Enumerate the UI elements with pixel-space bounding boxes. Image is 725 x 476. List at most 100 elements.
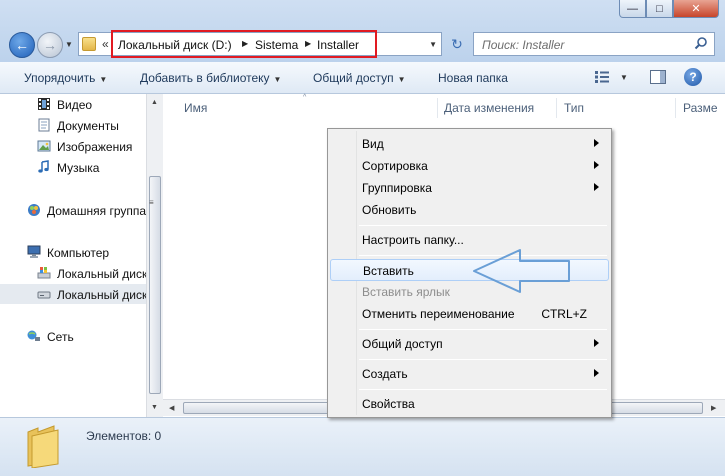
history-dropdown-icon[interactable]: ▼: [65, 40, 73, 49]
organize-button[interactable]: Упорядочить ▼: [24, 71, 107, 85]
nav-item-label: Музыка: [57, 161, 100, 175]
menu-item-label: Настроить папку...: [362, 233, 464, 247]
submenu-arrow-icon: [594, 161, 599, 169]
menu-item-label: Вставить: [363, 264, 414, 278]
column-divider[interactable]: [556, 98, 557, 118]
nav-item-label: Сеть: [47, 330, 74, 344]
nav-item-label: Документы: [57, 119, 119, 133]
search-input[interactable]: Поиск: Installer: [473, 32, 715, 56]
breadcrumb-separator-icon[interactable]: ▶: [242, 39, 248, 48]
menu-item-sort[interactable]: Сортировка: [330, 155, 609, 177]
menu-item-group[interactable]: Группировка: [330, 177, 609, 199]
forward-button[interactable]: →: [37, 32, 63, 58]
scroll-right-icon[interactable]: ▶: [711, 404, 716, 412]
address-overflow-icon[interactable]: «: [102, 37, 109, 51]
folder-icon: [82, 37, 96, 51]
scrollbar-grip-icon: ≡: [149, 198, 154, 207]
new-folder-button[interactable]: Новая папка: [438, 71, 508, 85]
menu-separator: [359, 389, 607, 390]
music-icon: [38, 160, 49, 173]
nav-item-system-drive[interactable]: Локальный диск: [0, 263, 146, 283]
search-icon[interactable]: [694, 36, 708, 50]
breadcrumb-drive-d[interactable]: Локальный диск (D:): [118, 38, 232, 52]
nav-item-label: Видео: [57, 98, 93, 112]
documents-icon: [38, 118, 50, 132]
help-icon[interactable]: ?: [684, 68, 702, 86]
view-dropdown-icon[interactable]: ▼: [620, 73, 628, 82]
column-header-date[interactable]: Дата изменения: [444, 101, 534, 115]
address-dropdown-icon[interactable]: ▼: [429, 40, 437, 49]
computer-icon: [27, 245, 41, 258]
status-bar: Элементов: 0: [0, 417, 725, 476]
breadcrumb-sistema[interactable]: Sistema: [255, 38, 298, 52]
scroll-left-icon[interactable]: ◀: [169, 404, 174, 412]
nav-item-pictures[interactable]: Изображения: [0, 136, 146, 156]
submenu-arrow-icon: [594, 183, 599, 191]
close-button[interactable]: ✕: [673, 0, 719, 18]
minimize-button[interactable]: —: [619, 0, 646, 18]
change-view-icon[interactable]: [595, 71, 609, 83]
nav-item-computer[interactable]: Компьютер: [0, 242, 146, 262]
scrollbar-thumb[interactable]: [149, 176, 161, 394]
folder-icon: [27, 425, 59, 468]
column-header-name[interactable]: Имя: [184, 101, 207, 115]
submenu-arrow-icon: [594, 369, 599, 377]
address-bar[interactable]: « Локальный диск (D:) ▶ Sistema ▶ Instal…: [78, 30, 442, 58]
menu-item-label: Вид: [362, 137, 384, 151]
menu-item-properties[interactable]: Свойства: [330, 393, 609, 415]
pictures-icon: [37, 140, 51, 152]
network-icon: [27, 330, 40, 341]
menu-item-undo-rename[interactable]: Отменить переименование CTRL+Z: [330, 303, 609, 325]
column-header-size[interactable]: Разме: [683, 101, 718, 115]
nav-item-documents[interactable]: Документы: [0, 115, 146, 135]
nav-item-label: Домашняя группа: [47, 204, 146, 218]
menu-item-label: Сортировка: [362, 159, 428, 173]
menu-item-label: Свойства: [362, 397, 415, 411]
submenu-arrow-icon: [594, 339, 599, 347]
nav-item-drive-d[interactable]: Локальный диск: [0, 284, 146, 304]
menu-separator: [359, 225, 607, 226]
system-drive-icon: [37, 267, 51, 279]
column-divider[interactable]: [675, 98, 676, 118]
menu-item-share[interactable]: Общий доступ: [330, 333, 609, 355]
command-bar: Упорядочить ▼ Добавить в библиотеку ▼ Общи…: [0, 62, 725, 94]
menu-separator: [359, 329, 607, 330]
maximize-button[interactable]: □: [646, 0, 673, 18]
column-header-type[interactable]: Тип: [564, 101, 584, 115]
menu-item-label: Общий доступ: [362, 337, 443, 351]
breadcrumb-installer[interactable]: Installer: [317, 38, 359, 52]
menu-item-shortcut: CTRL+Z: [541, 307, 587, 321]
submenu-arrow-icon: [594, 139, 599, 147]
menu-item-label: Создать: [362, 367, 408, 381]
nav-item-network[interactable]: Сеть: [0, 326, 146, 346]
share-button[interactable]: Общий доступ ▼: [313, 71, 406, 85]
sort-ascending-icon: ^: [303, 94, 307, 101]
column-divider[interactable]: [437, 98, 438, 118]
nav-item-music[interactable]: Музыка: [0, 157, 146, 177]
nav-item-video[interactable]: Видео: [0, 94, 146, 114]
nav-item-label: Компьютер: [47, 246, 110, 260]
menu-item-label: Обновить: [362, 203, 417, 217]
scroll-down-icon[interactable]: ▼: [151, 404, 158, 411]
back-button[interactable]: ←: [9, 32, 35, 58]
nav-item-homegroup[interactable]: Домашняя группа: [0, 200, 146, 220]
homegroup-icon: [28, 204, 40, 216]
menu-item-view[interactable]: Вид: [330, 133, 609, 155]
menu-separator: [359, 359, 607, 360]
scroll-up-icon[interactable]: ▲: [151, 99, 158, 106]
menu-item-refresh[interactable]: Обновить: [330, 199, 609, 221]
drive-icon: [37, 291, 51, 299]
breadcrumb-separator-icon[interactable]: ▶: [305, 39, 311, 48]
navigation-scrollbar[interactable]: ▲ ≡ ▼: [146, 94, 163, 417]
annotation-arrow-icon: [473, 249, 570, 293]
search-placeholder: Поиск: Installer: [482, 38, 565, 52]
menu-item-label: Отменить переименование: [362, 307, 515, 321]
add-to-library-button[interactable]: Добавить в библиотеку ▼: [140, 71, 281, 85]
window-controls: — □ ✕: [619, 0, 719, 18]
menu-item-new[interactable]: Создать: [330, 363, 609, 385]
title-bar: — □ ✕ ← → ▼ « Локальный диск (D:) ▶ Sist…: [0, 0, 725, 62]
refresh-icon[interactable]: ↻: [446, 33, 468, 55]
menu-item-label: Группировка: [362, 181, 432, 195]
preview-pane-icon[interactable]: [650, 70, 666, 84]
items-count: Элементов: 0: [86, 429, 162, 443]
